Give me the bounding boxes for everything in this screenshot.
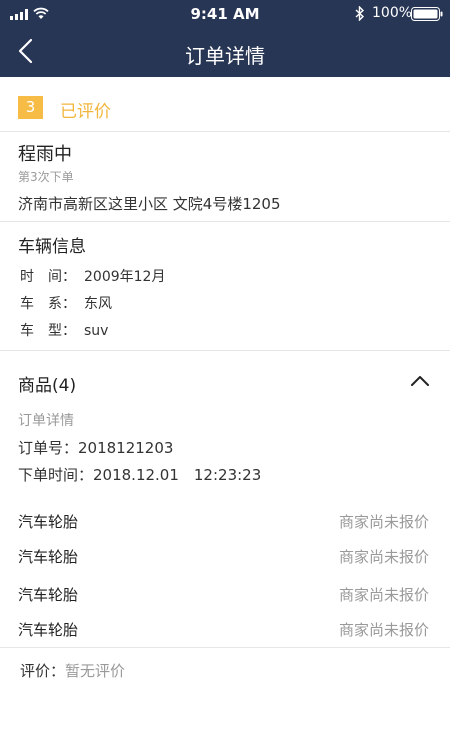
order-number: 订单号：2018121203	[18, 439, 174, 457]
order-count: 第3次下单	[18, 170, 74, 184]
divider	[0, 350, 450, 351]
goods-item-name: 汽车轮胎	[18, 513, 79, 531]
page-title: 订单详情	[185, 44, 265, 68]
goods-title: 商品(4)	[18, 376, 77, 396]
rating-row: 评价：暂无评价	[20, 660, 125, 681]
rating-value: 暂无评价	[65, 662, 126, 680]
goods-item-status: 商家尚未报价	[338, 621, 429, 639]
vehicle-model-label: 车 型：	[20, 323, 76, 339]
vehicle-time-label: 时 间：	[20, 269, 76, 285]
vehicle-time-value: 2009年12月	[84, 269, 166, 285]
goods-item-name: 汽车轮胎	[18, 586, 79, 604]
order-time: 下单时间：2018.12.01 12:23:23	[18, 466, 262, 484]
divider	[0, 647, 450, 648]
vehicle-model-row: 车 型： suv	[20, 320, 108, 340]
goods-item-status: 商家尚未报价	[338, 548, 429, 566]
customer-address: 济南市高新区这里小区 文院4号楼1205	[18, 195, 281, 213]
status-bar: 9:41 AM 100%	[0, 0, 450, 28]
goods-item-name: 汽车轮胎	[18, 621, 79, 639]
bluetooth-icon	[355, 6, 365, 21]
goods-item-status: 商家尚未报价	[338, 586, 429, 604]
battery-percent: 100%	[372, 5, 413, 21]
vehicle-series-value: 东风	[84, 296, 112, 312]
top-bar: 9:41 AM 100% 订单详情	[0, 0, 450, 77]
vehicle-model-value: suv	[84, 323, 109, 339]
customer-name: 程雨中	[18, 144, 72, 165]
goods-item-status: 商家尚未报价	[338, 513, 429, 531]
divider	[0, 221, 450, 222]
vehicle-series-row: 车 系： 东风	[20, 293, 112, 313]
rating-label: 评价：	[20, 662, 66, 680]
battery-icon	[411, 7, 443, 21]
divider	[0, 131, 450, 132]
order-state-number: 3	[18, 96, 43, 119]
order-state-text: 已评价	[60, 102, 111, 122]
order-detail-label: 订单详情	[18, 413, 74, 429]
vehicle-series-label: 车 系：	[20, 296, 76, 312]
vehicle-info-title: 车辆信息	[18, 237, 86, 257]
goods-item-name: 汽车轮胎	[18, 548, 79, 566]
vehicle-time-row: 时 间： 2009年12月	[20, 266, 165, 286]
chevron-up-icon[interactable]	[409, 374, 431, 388]
